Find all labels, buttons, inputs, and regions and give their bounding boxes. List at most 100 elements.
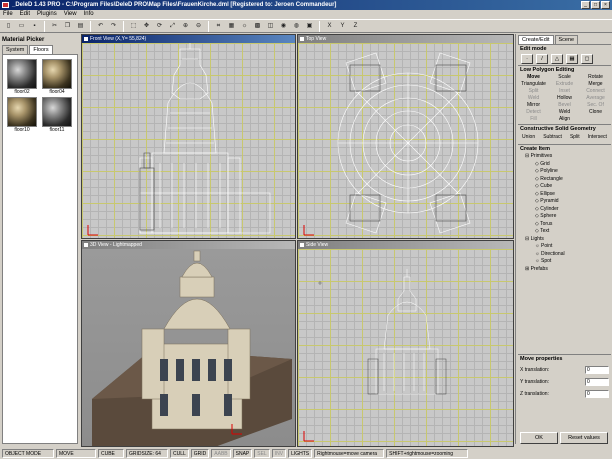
edge-mode-icon[interactable]: / bbox=[536, 54, 548, 64]
lightbulb-icon[interactable]: ☼ bbox=[239, 21, 250, 32]
material-item[interactable]: floor11 bbox=[42, 97, 72, 133]
rotate-icon[interactable]: ⟳ bbox=[154, 21, 165, 32]
tree-item-primitive[interactable]: ◇ Cube bbox=[521, 183, 611, 191]
tree-item-primitive[interactable]: ◇ Polyline bbox=[521, 168, 611, 176]
camera-icon[interactable]: ◉ bbox=[278, 21, 289, 32]
status-snap[interactable]: SNAP bbox=[232, 449, 253, 458]
tree-item-primitive[interactable]: ◇ Text bbox=[521, 228, 611, 236]
material-item[interactable]: floor04 bbox=[42, 59, 72, 95]
side-viewport[interactable]: Side View bbox=[297, 240, 514, 447]
low-poly-button[interactable]: Clone bbox=[580, 109, 611, 115]
low-poly-button[interactable]: Mirror bbox=[518, 102, 549, 108]
vertex-mode-icon[interactable]: · bbox=[521, 54, 533, 64]
tree-item-light[interactable]: ☼ Point bbox=[521, 243, 611, 251]
tree-item-primitive[interactable]: ◇ Cylinder bbox=[521, 206, 611, 214]
material-item[interactable]: floor10 bbox=[7, 97, 37, 133]
tab-create-edit[interactable]: Create/Edit bbox=[518, 35, 554, 44]
minimize-button[interactable]: _ bbox=[581, 1, 590, 9]
low-poly-button[interactable]: Merge bbox=[580, 81, 611, 87]
tree-item-primitive[interactable]: ◇ Ellipse bbox=[521, 191, 611, 199]
axis-z-button[interactable]: Z bbox=[350, 21, 361, 32]
y-translation-input[interactable]: 0 bbox=[585, 378, 609, 386]
tree-item-light[interactable]: ☼ Spot bbox=[521, 258, 611, 266]
z-translation-input[interactable]: 0 bbox=[585, 390, 609, 398]
low-poly-button[interactable]: Sec. Of bbox=[580, 102, 611, 108]
tab-floors[interactable]: Floors bbox=[29, 45, 53, 54]
menu-view[interactable]: View bbox=[64, 10, 77, 19]
ok-button[interactable]: OK bbox=[520, 432, 558, 444]
undo-icon[interactable]: ↶ bbox=[95, 21, 106, 32]
material-item[interactable]: floor02 bbox=[7, 59, 37, 95]
low-poly-button[interactable]: Weld bbox=[549, 109, 580, 115]
low-poly-button[interactable]: Triangulate bbox=[518, 81, 549, 87]
zoom-in-icon[interactable]: ⊕ bbox=[180, 21, 191, 32]
maximize-button[interactable]: □ bbox=[591, 1, 600, 9]
top-viewport[interactable]: Top View bbox=[297, 34, 514, 239]
low-poly-button[interactable]: Fill bbox=[518, 116, 549, 122]
low-poly-button[interactable]: Bevel bbox=[549, 102, 580, 108]
low-poly-button[interactable]: Connect bbox=[580, 88, 611, 94]
low-poly-button[interactable]: Weld bbox=[518, 95, 549, 101]
low-poly-button[interactable]: Inset bbox=[549, 88, 580, 94]
low-poly-button[interactable]: Scale bbox=[549, 74, 580, 80]
tree-item-primitive[interactable]: ◇ Rectangle bbox=[521, 176, 611, 184]
material-icon[interactable]: ◍ bbox=[291, 21, 302, 32]
save-icon[interactable]: ▪ bbox=[29, 21, 40, 32]
menu-edit[interactable]: Edit bbox=[20, 10, 30, 19]
tree-item-primitive[interactable]: ◇ Pyramid bbox=[521, 198, 611, 206]
zoom-out-icon[interactable]: ⊖ bbox=[193, 21, 204, 32]
cut-icon[interactable]: ✂ bbox=[49, 21, 60, 32]
low-poly-button[interactable]: Hollow bbox=[549, 95, 580, 101]
tree-node-prefabs[interactable]: ⊞ Prefabs bbox=[521, 266, 611, 274]
open-folder-icon[interactable]: ▭ bbox=[16, 21, 27, 32]
menu-file[interactable]: File bbox=[3, 10, 13, 19]
snap-icon[interactable]: ⌗ bbox=[213, 21, 224, 32]
tab-scene[interactable]: Scene bbox=[554, 35, 579, 44]
axis-x-button[interactable]: X bbox=[324, 21, 335, 32]
object-mode-icon[interactable]: ▦ bbox=[566, 54, 578, 64]
paste-icon[interactable]: ▤ bbox=[75, 21, 86, 32]
polygon-mode-icon[interactable]: △ bbox=[551, 54, 563, 64]
low-poly-button[interactable]: Move bbox=[518, 74, 549, 80]
low-poly-button[interactable]: Rotate bbox=[580, 74, 611, 80]
status-cull[interactable]: CULL bbox=[170, 449, 189, 458]
intersect-button[interactable]: Intersect bbox=[588, 134, 607, 140]
menu-info[interactable]: Info bbox=[84, 10, 94, 19]
cube-mode-icon[interactable]: ◻ bbox=[581, 54, 593, 64]
select-icon[interactable]: ⬚ bbox=[128, 21, 139, 32]
tree-item-primitive[interactable]: ◇ Sphere bbox=[521, 213, 611, 221]
tree-node-primitives[interactable]: ⊟ Primitives bbox=[521, 153, 611, 161]
low-poly-button[interactable]: Detect bbox=[518, 109, 549, 115]
wireframe-icon[interactable]: ◫ bbox=[265, 21, 276, 32]
axis-y-button[interactable]: Y bbox=[337, 21, 348, 32]
low-poly-button[interactable]: Align bbox=[549, 116, 580, 122]
status-inv[interactable]: INV bbox=[271, 449, 287, 458]
status-aabb[interactable]: AABB bbox=[211, 449, 231, 458]
front-viewport[interactable]: Front View (X,Y= 55,824) bbox=[81, 34, 296, 239]
tree-item-light[interactable]: ☼ Directional bbox=[521, 251, 611, 259]
copy-icon[interactable]: ❐ bbox=[62, 21, 73, 32]
menu-plugins[interactable]: Plugins bbox=[37, 10, 57, 19]
redo-icon[interactable]: ↷ bbox=[108, 21, 119, 32]
low-poly-button[interactable]: Split bbox=[518, 88, 549, 94]
low-poly-button[interactable]: Extrude bbox=[549, 81, 580, 87]
move-icon[interactable]: ✥ bbox=[141, 21, 152, 32]
tree-item-primitive[interactable]: ◇ Torus bbox=[521, 221, 611, 229]
union-button[interactable]: Union bbox=[522, 134, 535, 140]
reset-values-button[interactable]: Reset values bbox=[560, 432, 608, 444]
new-file-icon[interactable]: ▯ bbox=[3, 21, 14, 32]
status-sel[interactable]: SEL bbox=[254, 449, 270, 458]
split-button[interactable]: Split bbox=[570, 134, 580, 140]
tree-item-primitive[interactable]: ◇ Grid bbox=[521, 161, 611, 169]
tree-node-lights[interactable]: ⊟ Lights bbox=[521, 236, 611, 244]
subtract-button[interactable]: Subtract bbox=[543, 134, 562, 140]
tab-system[interactable]: System bbox=[2, 45, 29, 54]
texture-icon[interactable]: ▩ bbox=[252, 21, 263, 32]
status-grid[interactable]: GRID bbox=[190, 449, 210, 458]
scale-icon[interactable]: ⤢ bbox=[167, 21, 178, 32]
close-button[interactable]: × bbox=[601, 1, 610, 9]
perspective-viewport[interactable]: 3D View - Lightmapped bbox=[81, 240, 296, 447]
status-lights[interactable]: LIGHTS bbox=[288, 449, 313, 458]
low-poly-button[interactable]: Average bbox=[580, 95, 611, 101]
grid-icon[interactable]: ▦ bbox=[226, 21, 237, 32]
